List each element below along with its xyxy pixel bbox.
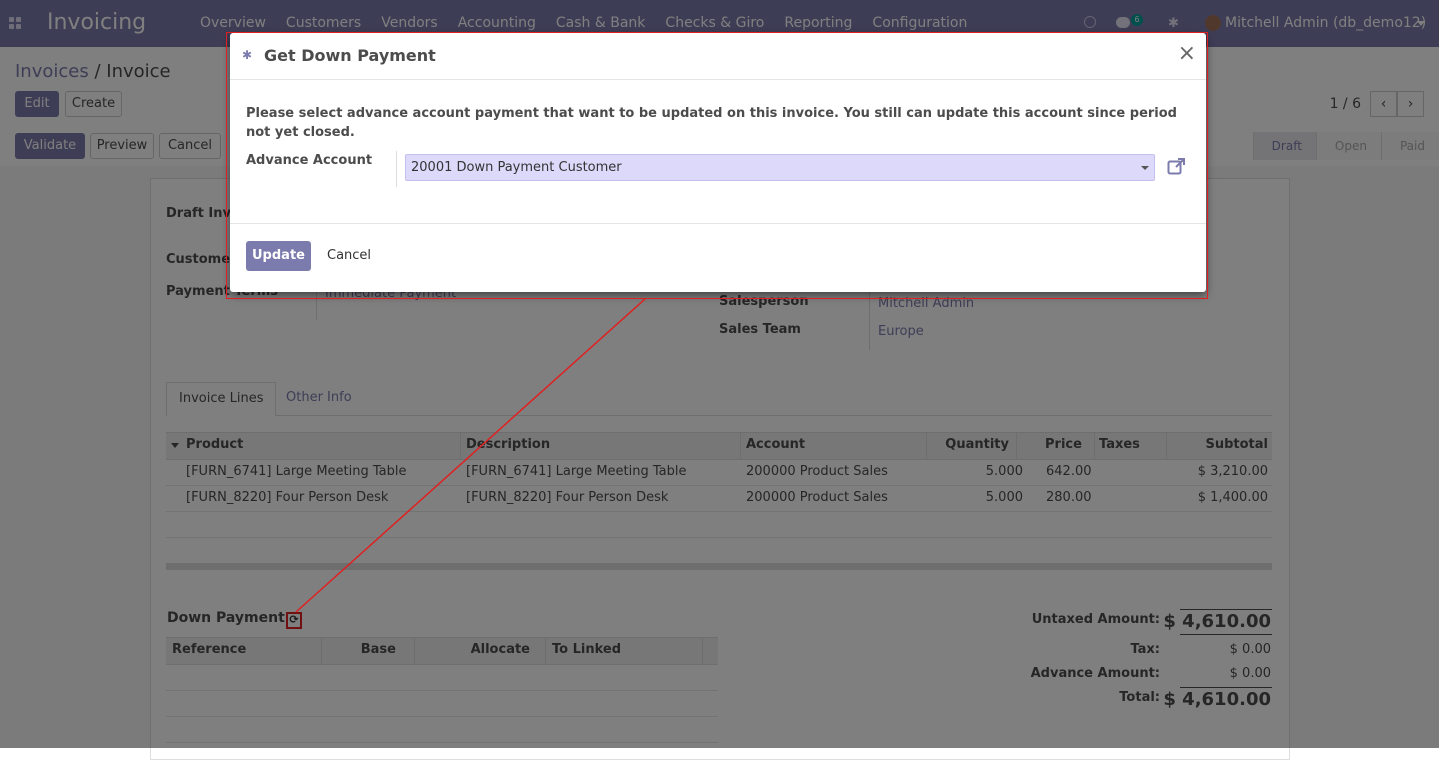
- caret-down-icon[interactable]: [1141, 166, 1149, 170]
- modal-title: Get Down Payment: [264, 46, 436, 65]
- external-link-icon[interactable]: [1167, 157, 1186, 176]
- field-separator: [396, 151, 397, 187]
- update-button[interactable]: Update: [246, 241, 311, 271]
- close-icon[interactable]: ×: [1178, 43, 1196, 65]
- advance-account-select[interactable]: 20001 Down Payment Customer: [405, 154, 1155, 181]
- cancel-button[interactable]: Cancel: [322, 241, 376, 271]
- bug-icon: ✱: [242, 48, 253, 62]
- modal-message: Please select advance account payment th…: [246, 106, 1177, 140]
- modal-footer: Update Cancel: [230, 223, 1206, 293]
- modal-header: ✱ Get Down Payment ×: [230, 33, 1206, 80]
- advance-account-value: 20001 Down Payment Customer: [411, 160, 622, 175]
- advance-account-label: Advance Account: [246, 153, 373, 168]
- get-down-payment-dialog: ✱ Get Down Payment × Please select advan…: [230, 33, 1206, 292]
